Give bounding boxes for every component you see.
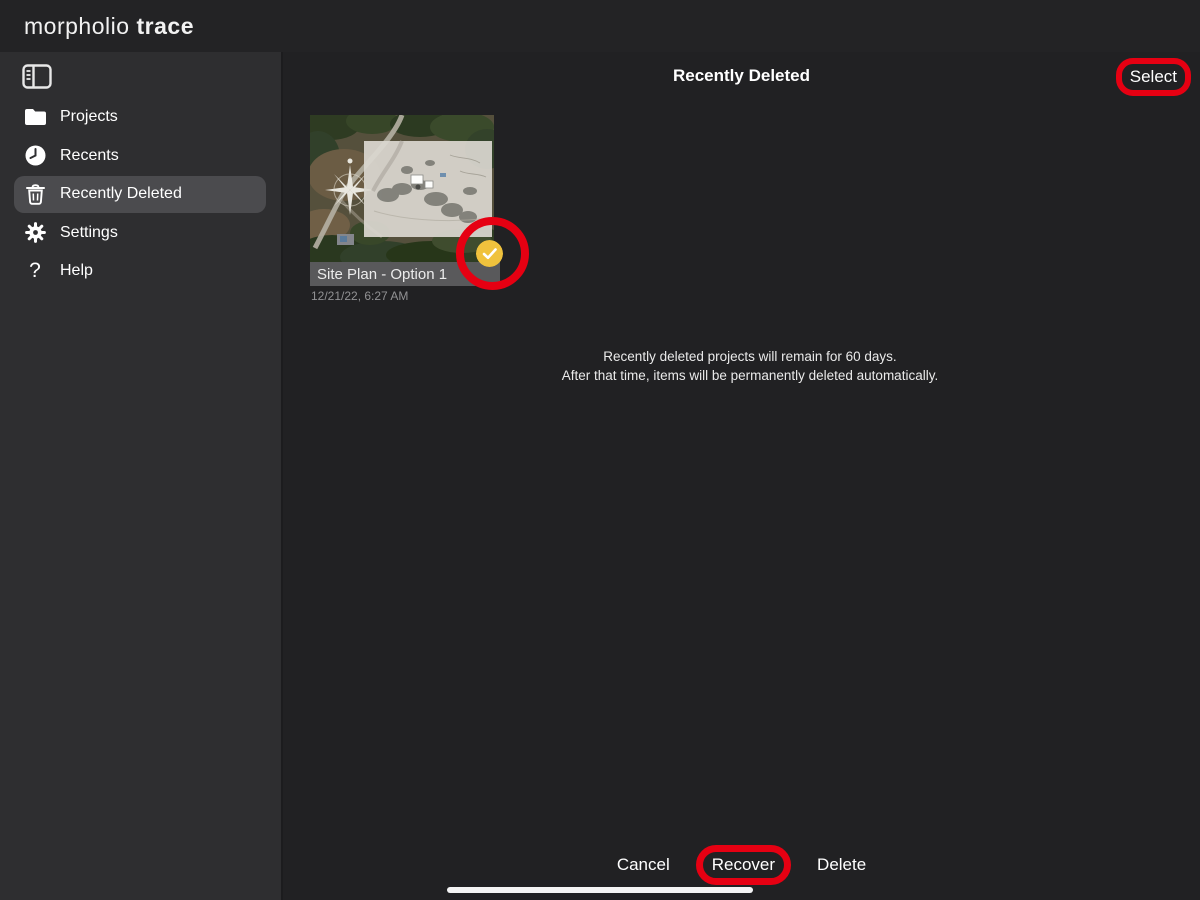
sidebar-item-projects[interactable]: Projects (0, 98, 283, 137)
cancel-button[interactable]: Cancel (617, 855, 670, 875)
select-annotation: Select (1116, 58, 1191, 96)
sidebar-toggle-icon[interactable] (21, 62, 53, 90)
project-titlebar: Site Plan - Option 1 (310, 262, 500, 286)
logo-trace: trace (137, 13, 194, 40)
sidebar-item-settings[interactable]: Settings (0, 214, 283, 253)
sidebar-nav: Projects Recents (0, 98, 283, 291)
sidebar-item-help[interactable]: ? Help (0, 252, 283, 291)
gear-icon (22, 221, 48, 245)
project-title: Site Plan - Option 1 (310, 266, 447, 283)
app-header: morpholio trace (0, 0, 1200, 52)
project-deleted-date: 12/21/22, 6:27 AM (311, 289, 408, 303)
sidebar-item-label: Projects (60, 108, 118, 126)
delete-button[interactable]: Delete (817, 855, 866, 875)
retention-info-line1: Recently deleted projects will remain fo… (300, 347, 1200, 366)
project-thumbnail[interactable] (310, 115, 494, 262)
home-indicator[interactable] (447, 887, 753, 893)
retention-info: Recently deleted projects will remain fo… (300, 347, 1200, 385)
app-logo: morpholio trace (24, 0, 194, 52)
sidebar-item-recently-deleted[interactable]: Recently Deleted (0, 175, 283, 214)
bottom-action-bar: Cancel Recover Delete (283, 843, 1200, 887)
sidebar: Projects Recents (0, 52, 283, 900)
sidebar-item-label: Help (60, 262, 93, 280)
sidebar-item-label: Recents (60, 147, 119, 165)
project-card[interactable]: Site Plan - Option 1 12/21/22, 6:27 AM (310, 115, 500, 262)
recover-button[interactable]: Recover (712, 855, 775, 874)
sidebar-item-label: Recently Deleted (60, 185, 182, 203)
logo-morpholio: morpholio (24, 13, 130, 40)
question-icon: ? (22, 259, 48, 283)
page-title: Recently Deleted (283, 66, 1200, 86)
retention-info-line2: After that time, items will be permanent… (300, 366, 1200, 385)
select-button[interactable]: Select (1130, 67, 1177, 86)
sidebar-item-label: Settings (60, 224, 118, 242)
trash-icon (22, 182, 48, 206)
sidebar-item-recents[interactable]: Recents (0, 137, 283, 176)
folder-icon (22, 105, 48, 129)
selected-checkmark-badge[interactable] (476, 240, 503, 267)
clock-icon (22, 144, 48, 168)
recover-annotation: Recover (696, 845, 791, 885)
